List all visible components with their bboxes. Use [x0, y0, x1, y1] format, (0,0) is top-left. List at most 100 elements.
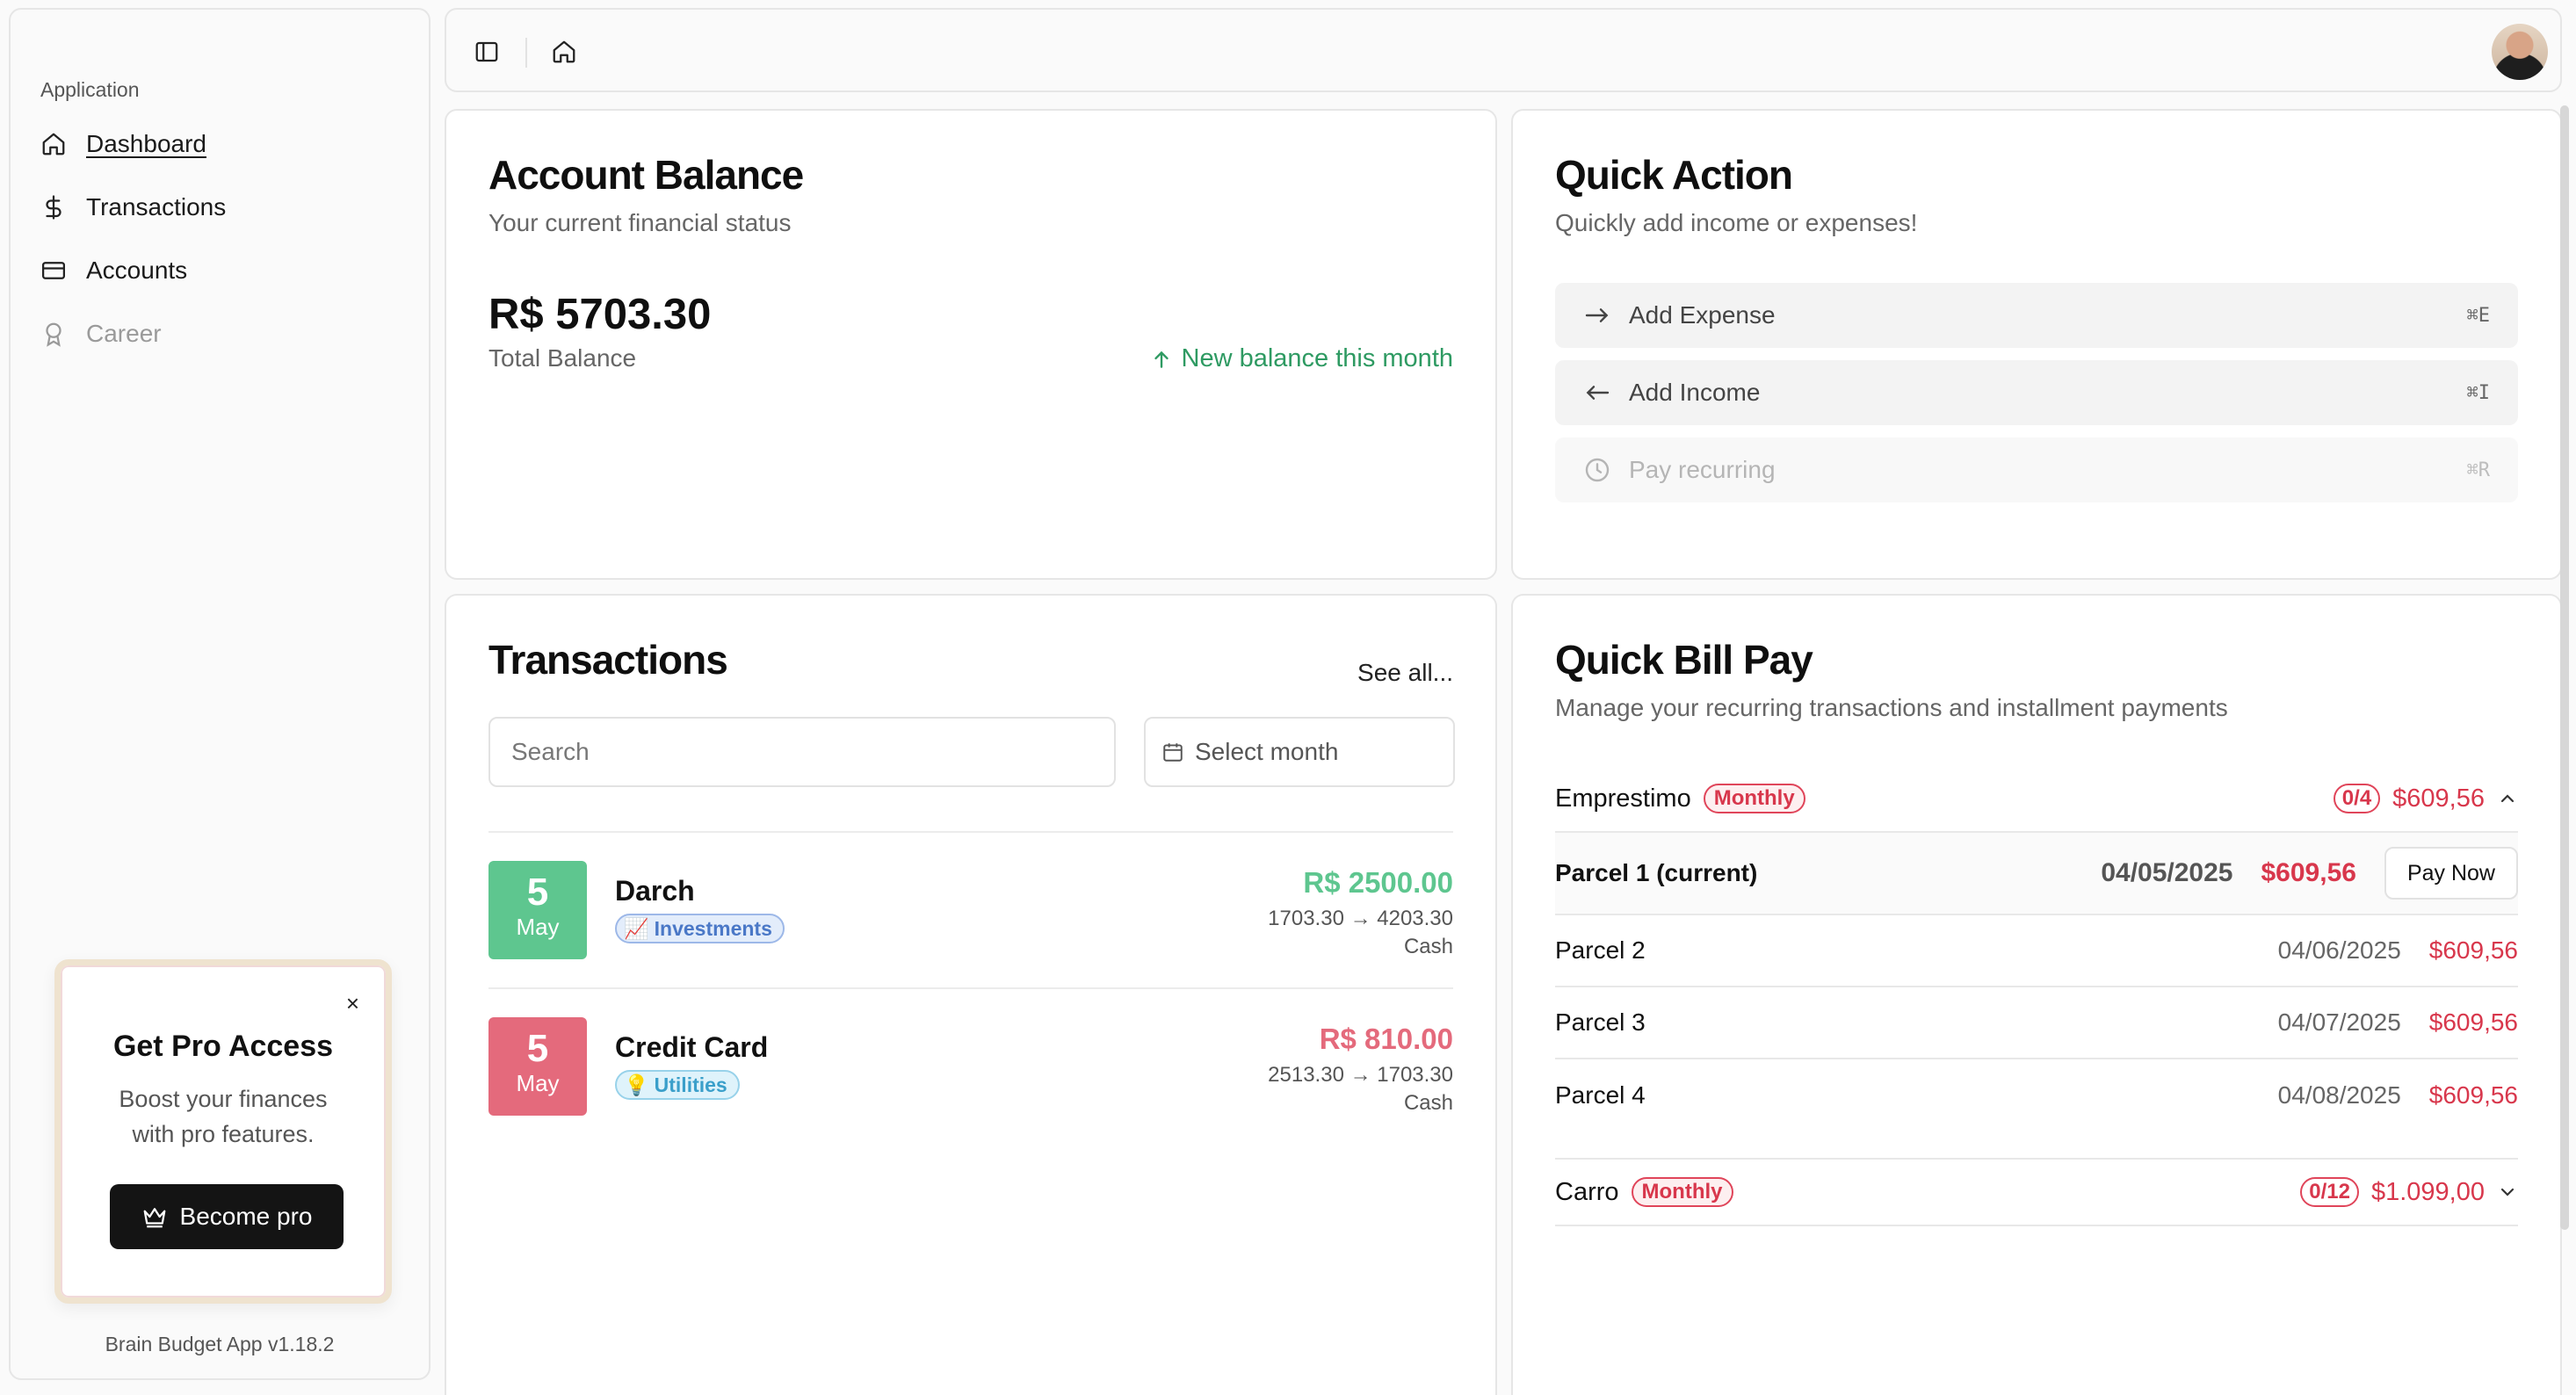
date-day: 5 — [526, 871, 549, 914]
lightbulb-icon: 💡 — [624, 1073, 649, 1096]
sidebar-group-label: Application — [40, 78, 140, 101]
promo-text: Boost your finances with pro features. — [119, 1086, 328, 1147]
action-label: Add Expense — [1629, 301, 1776, 329]
arrow-left-icon — [1586, 386, 1610, 400]
pay-now-button[interactable]: Pay Now — [2384, 847, 2518, 900]
parcel-date: 04/07/2025 — [2277, 1008, 2401, 1036]
bill-summary: 0/12 $1.099,00 — [2300, 1177, 2518, 1207]
bill-amount: $609,56 — [2392, 784, 2485, 813]
pay-recurring-button[interactable]: Pay recurring ⌘R — [1555, 437, 2518, 502]
transaction-name: Darch — [615, 875, 695, 907]
date-month: May — [516, 1070, 560, 1096]
parcel-row: Parcel 2 04/06/2025 $609,56 — [1555, 915, 2518, 987]
sidebar-item-label: Accounts — [86, 257, 188, 284]
add-expense-button[interactable]: Add Expense ⌘E — [1555, 283, 2518, 348]
chevron-up-icon[interactable] — [2497, 788, 2518, 809]
quick-bill-pay-card: Quick Bill Pay Manage your recurring tra… — [1511, 594, 2562, 1395]
date-tile: 5 May — [488, 1017, 587, 1116]
parcel-name: Parcel 3 — [1555, 1008, 1646, 1036]
home-icon[interactable] — [546, 34, 582, 69]
top-bar — [445, 8, 2562, 92]
avatar[interactable] — [2492, 24, 2548, 80]
action-shortcut: ⌘E — [2466, 304, 2491, 327]
action-label: Pay recurring — [1629, 456, 1776, 483]
balance-flow: 2513.30 → 1703.30 — [1268, 1063, 1453, 1087]
transaction-amount: R$ 810.00 — [1319, 1023, 1453, 1055]
category-tag: 💡 Utilities — [615, 1070, 740, 1100]
parcel-name: Parcel 1 (current) — [1555, 859, 1758, 886]
promo-title: Get Pro Access — [112, 1030, 334, 1063]
sidebar-toggle-icon[interactable] — [469, 34, 504, 69]
total-balance-label: Total Balance — [488, 344, 637, 372]
bill-amount: $1.099,00 — [2370, 1177, 2485, 1206]
card-subtitle: Quickly add income or expenses! — [1555, 209, 1918, 236]
month-picker[interactable]: Select month — [1144, 717, 1455, 787]
crown-icon — [143, 1208, 165, 1228]
see-all-link[interactable]: See all... — [1357, 659, 1453, 687]
chevron-down-icon[interactable] — [2497, 1182, 2518, 1203]
bill-group-header[interactable]: Carro Monthly 0/12 $1.099,00 — [1555, 1160, 2518, 1226]
parcel-date: 04/06/2025 — [2277, 936, 2401, 964]
sidebar-item-transactions[interactable]: Transactions — [40, 183, 226, 232]
transaction-account: Cash — [1403, 935, 1453, 958]
sidebar-item-accounts[interactable]: Accounts — [40, 246, 187, 295]
sidebar: Application Dashboard Transactions Accou… — [9, 8, 431, 1380]
calendar-icon — [1163, 743, 1183, 762]
parcel-amount: $609,56 — [2428, 1008, 2518, 1036]
bill-name: Emprestimo — [1555, 784, 1691, 813]
category-tag: 📈 Investments — [615, 914, 785, 943]
sidebar-item-label: Career — [86, 320, 162, 347]
transaction-account: Cash — [1403, 1091, 1453, 1115]
balance-flow: 1703.30 → 4203.30 — [1268, 907, 1453, 930]
parcel-name: Parcel 2 — [1555, 936, 1646, 964]
parcel-amount: $609,56 — [2428, 1081, 2518, 1109]
installment-count-badge: 0/4 — [2333, 784, 2381, 813]
app-version: Brain Budget App v1.18.2 — [105, 1333, 335, 1355]
become-pro-button[interactable]: Become pro — [110, 1184, 344, 1249]
card-title: Quick Action — [1555, 152, 1793, 198]
card-title: Account Balance — [488, 152, 804, 198]
action-shortcut: ⌘I — [2466, 381, 2491, 404]
balance-trend-text: New balance this month — [1181, 344, 1454, 372]
category-label: Investments — [654, 916, 772, 940]
home-icon — [42, 133, 65, 155]
transaction-row[interactable]: 5 May Darch 📈 Investments R$ 2500.00 170… — [488, 831, 1453, 986]
action-shortcut: ⌘R — [2466, 459, 2491, 481]
search-input[interactable] — [488, 717, 1116, 787]
page-scrollbar[interactable] — [2560, 105, 2569, 1230]
bill-group-header[interactable]: Emprestimo Monthly 0/4 $609,56 — [1555, 766, 2518, 833]
parcel-amount: $609,56 — [2261, 858, 2356, 887]
category-label: Utilities — [654, 1073, 727, 1096]
bill-summary: 0/4 $609,56 — [2333, 784, 2518, 813]
action-label: Add Income — [1629, 379, 1761, 406]
sidebar-item-dashboard[interactable]: Dashboard — [40, 119, 206, 169]
toolbar-divider — [525, 38, 527, 68]
become-pro-label: Become pro — [179, 1203, 313, 1230]
close-icon[interactable]: × — [346, 990, 359, 1017]
arrow-up-icon — [1154, 351, 1169, 368]
date-month: May — [516, 914, 560, 940]
frequency-badge: Monthly — [1703, 784, 1805, 813]
credit-card-icon — [42, 262, 65, 279]
card-subtitle: Your current financial status — [488, 209, 792, 236]
add-income-button[interactable]: Add Income ⌘I — [1555, 360, 2518, 425]
arrow-right-icon — [1585, 308, 1609, 322]
date-tile: 5 May — [488, 861, 587, 959]
card-subtitle: Manage your recurring transactions and i… — [1555, 694, 2228, 721]
app-root: Application Dashboard Transactions Accou… — [0, 0, 2576, 1395]
pro-promo-card: × Get Pro Access Boost your finances wit… — [54, 959, 392, 1304]
account-balance-card: Account Balance Your current financial s… — [445, 109, 1497, 580]
sidebar-item-label: Transactions — [86, 193, 227, 220]
parcel-date: 04/08/2025 — [2277, 1081, 2401, 1109]
card-title: Transactions — [488, 637, 728, 683]
transaction-row[interactable]: 5 May Credit Card 💡 Utilities R$ 810.00 … — [488, 987, 1453, 1142]
transaction-name: Credit Card — [615, 1031, 769, 1063]
transaction-amount: R$ 2500.00 — [1303, 866, 1453, 899]
parcel-name: Parcel 4 — [1555, 1081, 1646, 1109]
parcel-amount: $609,56 — [2428, 936, 2518, 964]
parcel-row: Parcel 4 04/08/2025 $609,56 — [1555, 1059, 2518, 1131]
parcel-date: 04/05/2025 — [2101, 858, 2233, 887]
card-title: Quick Bill Pay — [1555, 637, 1813, 683]
sidebar-item-career[interactable]: Career — [40, 309, 162, 358]
parcel-row-current: Parcel 1 (current) 04/05/2025 $609,56 Pa… — [1555, 833, 2518, 915]
